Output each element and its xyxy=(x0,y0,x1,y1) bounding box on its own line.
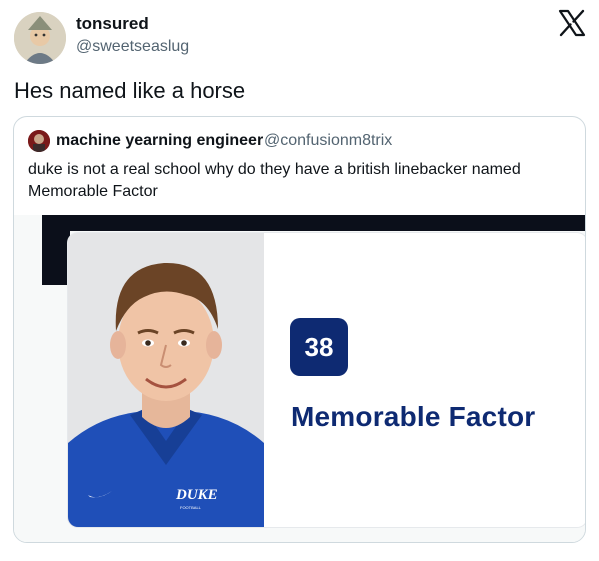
quoted-media-image[interactable]: DUKE FOOTBALL 38 Memorable Factor xyxy=(14,215,585,542)
quoted-display-name[interactable]: machine yearning engineer xyxy=(56,132,263,150)
tweet-text: Hes named like a horse xyxy=(14,78,246,103)
jersey-number-badge: 38 xyxy=(290,318,348,376)
avatar[interactable] xyxy=(14,12,66,64)
display-name[interactable]: tonsured xyxy=(76,14,149,34)
jersey-wordmark: DUKE xyxy=(175,487,218,503)
quoted-tweet-text: duke is not a real school why do they ha… xyxy=(28,161,521,200)
quoted-tweet[interactable]: machine yearning engineer @confusionm8tr… xyxy=(13,116,586,543)
jersey-subtext: FOOTBALL xyxy=(180,505,202,510)
player-photo: DUKE FOOTBALL xyxy=(68,233,264,527)
quoted-avatar[interactable] xyxy=(28,130,50,152)
player-name: Memorable Factor xyxy=(291,401,536,432)
quoted-user-handle[interactable]: @confusionm8trix xyxy=(264,132,392,150)
player-profile-card: DUKE FOOTBALL 38 Memorable Factor xyxy=(68,233,585,527)
x-logo-icon[interactable] xyxy=(557,8,587,38)
media-top-bar xyxy=(42,215,585,231)
media-left-bar xyxy=(42,215,70,285)
user-handle[interactable]: @sweetseaslug xyxy=(76,38,189,56)
